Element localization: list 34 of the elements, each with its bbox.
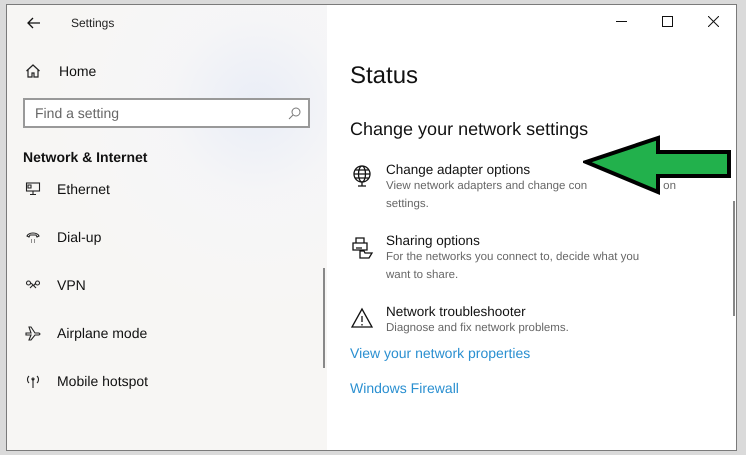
hotspot-icon	[25, 373, 41, 389]
sidebar-item[interactable]: Airplane mode	[23, 309, 148, 357]
option-description: View network adapters and change con	[386, 179, 588, 194]
firewall-link[interactable]: Windows Firewall	[350, 380, 459, 396]
option-description: For the networks you connect to, decide what you	[386, 250, 640, 265]
sidebar-item[interactable]: Mobile hotspot	[23, 357, 148, 405]
home-icon	[25, 63, 41, 79]
section-heading: Network & Internet	[23, 149, 148, 165]
scrollbar[interactable]	[323, 268, 325, 368]
option-description: Diagnose and fix network problems.	[386, 321, 569, 336]
back-arrow-icon	[27, 17, 41, 29]
home-item[interactable]: Home	[23, 63, 96, 79]
search-icon	[288, 107, 301, 120]
sidebar-item[interactable]: Dial-up	[23, 213, 102, 261]
printer-folder-icon	[350, 235, 374, 259]
option-description: on	[663, 179, 676, 194]
search-field[interactable]: Find a setting	[23, 98, 310, 128]
option-description: want to share.	[386, 268, 460, 283]
close-icon	[708, 16, 718, 26]
airplane-icon	[25, 325, 41, 341]
sidebar-item[interactable]: VPN	[23, 261, 86, 309]
sidebar-item[interactable]: Ethernet	[23, 165, 110, 213]
window-title: Settings	[71, 16, 114, 30]
option-link[interactable]: Network troubleshooter	[386, 304, 526, 319]
option-link[interactable]: Change adapter options	[386, 162, 530, 177]
option-description: settings.	[386, 197, 430, 212]
option-link[interactable]: Sharing options	[386, 233, 480, 248]
maximize-icon	[662, 16, 672, 26]
scrollbar[interactable]	[733, 201, 735, 316]
monitor-icon	[25, 181, 41, 197]
page-title: Status	[350, 62, 420, 90]
section-heading: Change your network settings	[350, 119, 590, 140]
properties-link[interactable]: View your network properties	[350, 345, 530, 361]
warning-icon	[350, 306, 374, 330]
